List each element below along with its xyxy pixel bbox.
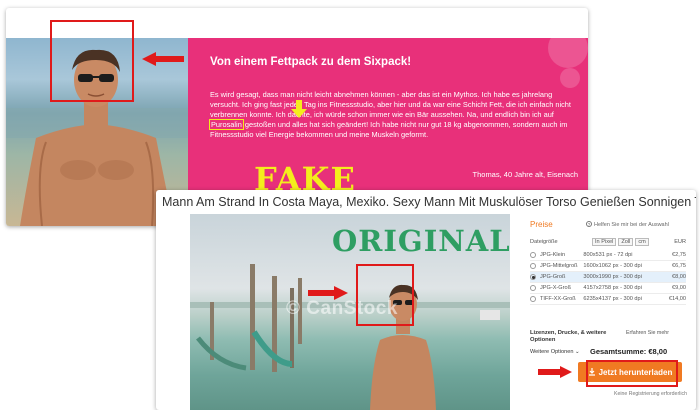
size-price: €6,75 (672, 263, 687, 269)
help-link[interactable]: ? Helfen Sie mir bei der Auswahl (586, 221, 669, 228)
currency-label: EUR (674, 238, 686, 245)
size-dimensions: 3000x1990 px - 300 dpi (583, 274, 642, 280)
learn-more-link[interactable]: Erfahren Sie mehr (626, 330, 669, 336)
size-option-row[interactable]: TIFF-XX-Groß 6235x4137 px - 300 dpi €14,00 (530, 294, 686, 305)
size-dimensions: 800x531 px - 72 dpi (583, 252, 633, 258)
size-price: €9,00 (672, 285, 687, 291)
question-icon: ? (586, 221, 592, 227)
radio-selected-icon[interactable] (530, 274, 536, 280)
pricing-panel: Preise ? Helfen Sie mir bei der Auswahl D… (526, 216, 690, 410)
size-name: JPG-Klein (539, 252, 566, 258)
size-name: JPG-Mittelgroß (539, 263, 578, 269)
size-dimensions: 6235x4137 px - 300 dpi (583, 296, 642, 302)
button-marker-box (586, 360, 678, 387)
unit-toggle-inch[interactable]: Zoll (618, 237, 634, 246)
size-name: JPG-X-Groß (539, 285, 572, 291)
comparison-collage: Von einem Fettpack zu dem Sixpack! Es wi… (0, 0, 700, 410)
size-dimensions: 1600x1062 px - 300 dpi (583, 263, 642, 269)
stock-photo-card: Mann Am Strand In Costa Maya, Mexiko. Se… (156, 190, 696, 410)
size-price: €2,75 (672, 252, 687, 258)
testimonial-text: Es wird gesagt, dass man nicht leicht ab… (209, 90, 580, 140)
face-marker-box (50, 20, 134, 102)
more-options-label: Weitere Optionen (530, 349, 574, 355)
stock-photo-title: Mann Am Strand In Costa Maya, Mexiko. Se… (162, 195, 696, 209)
unit-toggle-cm[interactable]: cm (635, 237, 649, 246)
red-arrow-right-icon (308, 286, 348, 300)
size-name: TIFF-XX-Groß (539, 296, 576, 302)
testimonial-text-start: Es wird gesagt, dass man nicht leicht ab… (210, 90, 571, 119)
size-label: Dateigröße (530, 238, 558, 245)
decor-circle (560, 68, 580, 88)
size-option-row[interactable]: JPG-Mittelgroß 1600x1062 px - 300 dpi €6,7… (530, 261, 686, 272)
red-arrow-left-icon (142, 52, 184, 66)
radio-icon[interactable] (530, 263, 536, 269)
chevron-down-icon: ⌄ (575, 349, 580, 355)
original-stamp: ORIGINAL (332, 224, 511, 258)
ad-title: Von einem Fettpack zu dem Sixpack! (210, 56, 412, 68)
radio-icon[interactable] (530, 296, 536, 302)
red-arrow-right-icon (538, 366, 572, 378)
decor-circle (548, 28, 588, 68)
pricing-title: Preise (530, 220, 553, 229)
size-option-row[interactable]: JPG-Klein 800x531 px - 72 dpi €2,75 (530, 250, 686, 261)
license-label: Lizenzen, Drucke, & weitere Optionen (530, 330, 607, 343)
yellow-arrow-down-icon (291, 100, 307, 118)
testimonial-author: Thomas, 40 Jahre alt, Eisenach (472, 170, 578, 179)
size-name: JPG-Groß (539, 274, 566, 280)
radio-icon[interactable] (530, 285, 536, 291)
size-price: €8,00 (672, 274, 687, 280)
registration-note: Keine Registrierung erforderlich (614, 391, 687, 397)
help-link-label: Helfen Sie mir bei der Auswahl (594, 222, 669, 228)
size-option-row[interactable]: JPG-X-Groß 4157x2758 px - 300 dpi €9,00 (530, 283, 686, 294)
size-option-row[interactable]: JPG-Groß 3000x1990 px - 300 dpi €8,00 (530, 272, 686, 283)
unit-toggle-pixel[interactable]: In Pixel (592, 237, 617, 246)
size-price: €14,00 (668, 296, 687, 302)
face-marker-box (356, 264, 414, 326)
total-price: Gesamtsumme: €8,00 (590, 347, 668, 356)
testimonial-text-end: gestoßen und alles hat sich geändert! Ic… (210, 120, 568, 139)
size-header: Dateigröße In Pixel Zoll cm EUR (530, 236, 690, 247)
size-dimensions: 4157x2758 px - 300 dpi (583, 285, 642, 291)
more-options-dropdown[interactable]: Weitere Optionen ⌄ (530, 349, 580, 355)
radio-icon[interactable] (530, 252, 536, 258)
product-name-highlight: Purosalin (209, 119, 244, 130)
